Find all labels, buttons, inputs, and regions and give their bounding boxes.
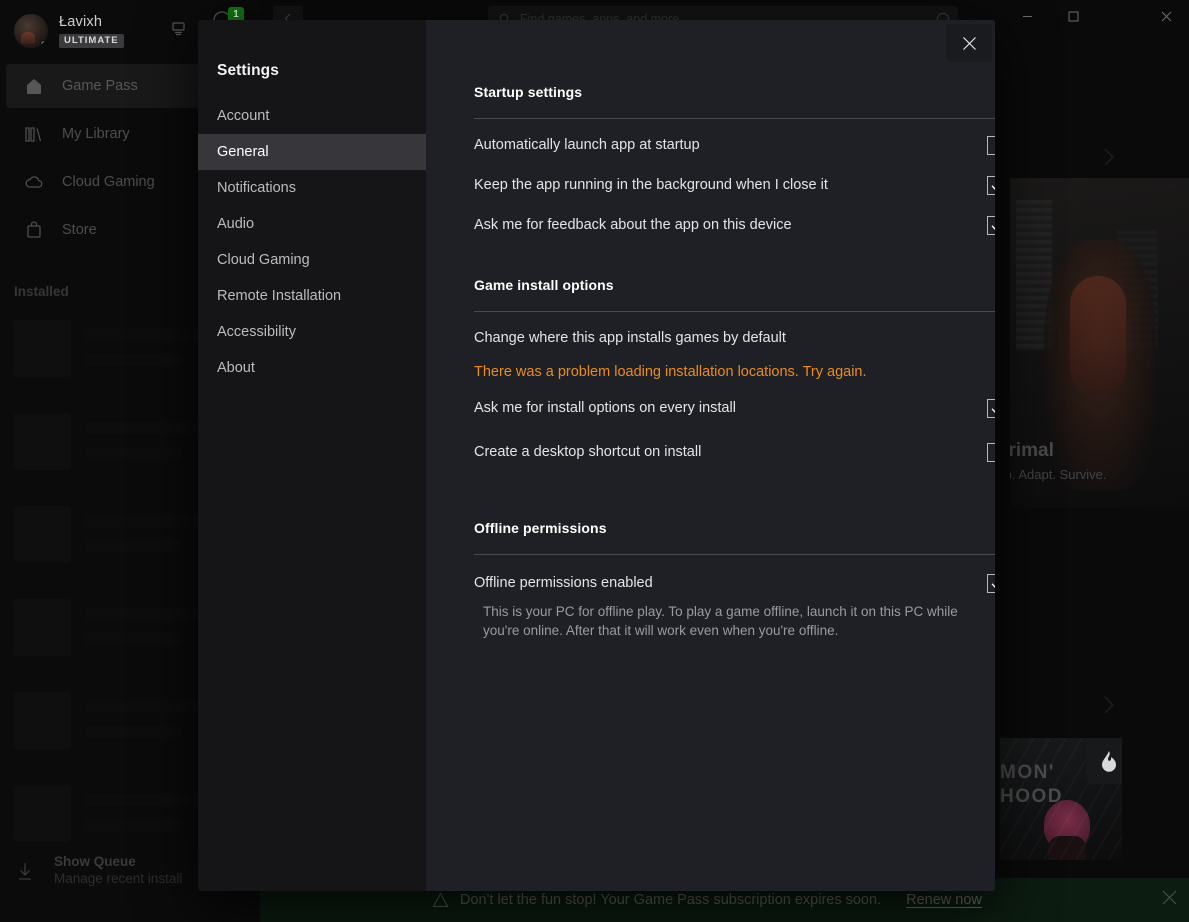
offline-permissions-checkbox[interactable] (987, 573, 995, 593)
settings-nav-notifications[interactable]: Notifications (198, 170, 426, 206)
setting-label: Create a desktop shortcut on install (474, 444, 702, 460)
desktop-shortcut-checkbox[interactable] (987, 442, 995, 462)
change-install-location-label[interactable]: Change where this app installs games by … (474, 328, 786, 348)
sidebar-item-label: My Library (62, 126, 130, 142)
settings-dialog: Settings Account General Notifications A… (198, 20, 995, 891)
game-art-placeholder (14, 506, 71, 563)
setting-label: Ask me for install options on every inst… (474, 400, 736, 416)
setting-label: Ask me for feedback about the app on thi… (474, 217, 792, 233)
game-install-options-section: Game install options Change where this a… (474, 277, 995, 466)
settings-nav-cloud-gaming[interactable]: Cloud Gaming (198, 242, 426, 278)
sidebar-item-label: Game Pass (62, 78, 138, 94)
settings-nav-label: Accessibility (217, 324, 296, 340)
store-icon (27, 221, 41, 238)
setting-label: Keep the app running in the background w… (474, 177, 828, 193)
cast-icon[interactable] (170, 19, 187, 41)
game-card[interactable]: MON' HOOD (1000, 738, 1122, 860)
online-status-dot (40, 40, 47, 47)
setting-label: Automatically launch app at startup (474, 137, 700, 153)
setting-row-ask-install-options[interactable]: Ask me for install options on every inst… (474, 394, 995, 422)
settings-nav-accessibility[interactable]: Accessibility (198, 314, 426, 350)
installed-section-label: Installed (14, 284, 69, 299)
queue-subtitle: Manage recent install (54, 871, 183, 886)
setting-row-desktop-shortcut[interactable]: Create a desktop shortcut on install (474, 438, 995, 466)
carousel-next-icon-bottom[interactable] (1100, 694, 1118, 721)
settings-close-button[interactable] (946, 24, 992, 62)
settings-nav-label: Notifications (217, 180, 296, 196)
divider (474, 311, 995, 312)
divider (474, 118, 995, 119)
game-art-placeholder (14, 785, 71, 842)
avatar[interactable] (14, 14, 48, 48)
show-queue-button[interactable]: Show Queue Manage recent install (14, 853, 182, 888)
settings-nav-label: Remote Installation (217, 288, 342, 304)
settings-title: Settings (217, 62, 279, 79)
carousel-next-icon-top[interactable] (1100, 146, 1118, 173)
settings-nav-remote-installation[interactable]: Remote Installation (198, 278, 426, 314)
setting-row-offline-permissions[interactable]: Offline permissions enabled (474, 569, 995, 597)
game-art-placeholder (14, 320, 71, 377)
settings-nav-general[interactable]: General (198, 134, 426, 170)
game-art-placeholder (14, 599, 71, 656)
banner-close-icon[interactable] (1161, 889, 1178, 911)
game-card-line1: MON' (1000, 762, 1055, 783)
featured-game-hero[interactable]: Exoprimal Team up. Adapt. Survive. (1010, 178, 1189, 508)
settings-nav-label: Account (217, 108, 270, 124)
queue-title: Show Queue (54, 854, 136, 869)
hero-subtitle: Team up. Adapt. Survive. (1010, 467, 1107, 482)
offline-permissions-section: Offline permissions Offline permissions … (474, 520, 995, 640)
game-art-placeholder (14, 692, 71, 749)
settings-content: Startup settings Automatically launch ap… (426, 20, 995, 891)
section-heading: Offline permissions (474, 520, 607, 536)
setting-row-change-install-location[interactable]: Change where this app installs games by … (474, 324, 995, 352)
auto-launch-checkbox[interactable] (987, 135, 995, 155)
setting-label: Offline permissions enabled (474, 575, 653, 591)
settings-nav-about[interactable]: About (198, 350, 426, 386)
renew-now-link[interactable]: Renew now (906, 892, 982, 908)
game-art-placeholder (14, 413, 71, 470)
ask-install-options-checkbox[interactable] (987, 398, 995, 418)
cloud-icon (25, 176, 43, 188)
background-run-checkbox[interactable] (987, 175, 995, 195)
divider (474, 554, 995, 555)
offline-permissions-description: This is your PC for offline play. To pla… (483, 604, 958, 638)
library-icon (25, 127, 42, 142)
profile-name: Łavixh (59, 14, 103, 30)
settings-nav: Account General Notifications Audio Clou… (198, 98, 426, 386)
startup-settings-section: Startup settings Automatically launch ap… (474, 84, 995, 239)
setting-row-auto-launch[interactable]: Automatically launch app at startup (474, 131, 995, 159)
setting-row-background-run[interactable]: Keep the app running in the background w… (474, 171, 995, 199)
warning-icon (432, 892, 449, 908)
install-locations-error: There was a problem loading installation… (474, 364, 867, 380)
subscription-badge: ULTIMATE (59, 34, 124, 48)
sidebar-item-label: Store (62, 222, 97, 238)
feedback-checkbox[interactable] (987, 215, 995, 235)
banner-message: Don't let the fun stop! Your Game Pass s… (460, 892, 882, 908)
setting-row-feedback[interactable]: Ask me for feedback about the app on thi… (474, 211, 995, 239)
settings-sidebar: Settings Account General Notifications A… (198, 20, 426, 891)
xbox-app-window: Łavixh ULTIMATE 1 Game Pass My Library C… (0, 0, 1189, 922)
hero-title: Exoprimal (1010, 440, 1054, 461)
home-icon (27, 79, 41, 94)
sidebar-item-label: Cloud Gaming (62, 174, 155, 190)
section-heading: Game install options (474, 277, 614, 293)
settings-nav-account[interactable]: Account (198, 98, 426, 134)
profile-block[interactable]: Łavixh ULTIMATE (14, 14, 124, 48)
download-icon (19, 862, 31, 880)
game-card-line2: HOOD (1000, 786, 1063, 807)
settings-nav-audio[interactable]: Audio (198, 206, 426, 242)
section-heading: Startup settings (474, 84, 583, 100)
settings-nav-label: General (217, 144, 269, 160)
settings-nav-label: About (217, 360, 255, 376)
trending-flame-icon (1086, 738, 1122, 784)
settings-nav-label: Cloud Gaming (217, 252, 310, 268)
settings-nav-label: Audio (217, 216, 255, 232)
